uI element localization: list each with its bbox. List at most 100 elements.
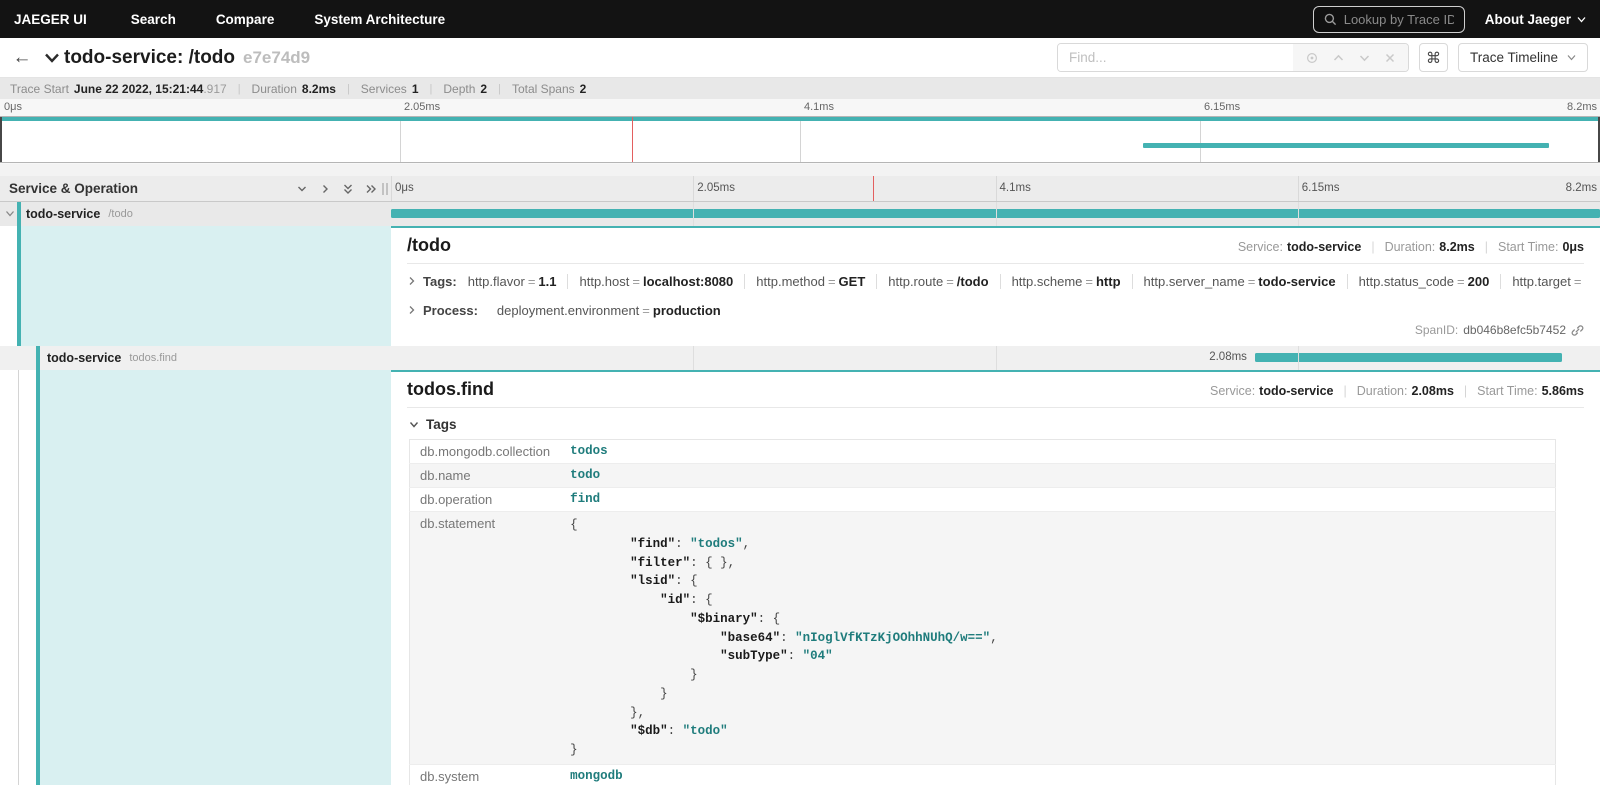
expand-all-icon[interactable]: [365, 183, 377, 195]
collapse-one-icon[interactable]: [296, 183, 308, 195]
tags-table: db.mongodb.collectiontodosdb.nametododb.…: [409, 439, 1556, 785]
nav-item-system-architecture[interactable]: System Architecture: [314, 12, 445, 27]
gridline: [996, 202, 997, 226]
process-toggle[interactable]: Process:: [423, 302, 478, 320]
equals-sign: =: [1082, 274, 1096, 289]
nav-item-search[interactable]: Search: [131, 12, 176, 27]
tag-table-key: db.statement: [410, 512, 561, 765]
about-jaeger-menu[interactable]: About Jaeger: [1485, 12, 1586, 27]
meta-value: 2.08ms: [1412, 384, 1454, 398]
minimap-spacer: [0, 164, 1600, 176]
tag-key: http.server_name: [1144, 274, 1245, 289]
span-meta: Service:todo-service|Duration:2.08ms|Sta…: [1210, 384, 1584, 398]
span-track-todos-find[interactable]: 2.08ms: [391, 346, 1600, 370]
summary-label: Trace Start: [10, 82, 69, 96]
span-track-todo[interactable]: [391, 202, 1600, 226]
trace-view-selector[interactable]: Trace Timeline: [1458, 43, 1588, 72]
meta-value: 8.2ms: [1439, 240, 1474, 254]
find-icon-group: [1293, 44, 1408, 71]
service-name: todo-service: [26, 207, 100, 221]
meta-value: 5.86ms: [1542, 384, 1584, 398]
summary-label: Total Spans: [512, 82, 575, 96]
minimap-canvas[interactable]: [0, 116, 1600, 163]
top-nav: JAEGER UI Search Compare System Architectu…: [0, 0, 1600, 38]
tag-pill: http.target=/todo: [1501, 274, 1584, 289]
tick-label: 4.1ms: [800, 101, 834, 113]
next-result-icon[interactable]: [1359, 54, 1370, 62]
tag-table-row: db.systemmongodb: [410, 764, 1556, 785]
span-detail-head: /todo Service:todo-service|Duration:8.2m…: [407, 235, 1584, 256]
summary-separator: |: [347, 83, 350, 95]
match-focus-icon[interactable]: [1306, 52, 1318, 64]
span-detail-panel: /todo Service:todo-service|Duration:8.2m…: [391, 226, 1600, 346]
tags-toggle[interactable]: Tags:: [423, 273, 457, 291]
chevron-down-icon[interactable]: [5, 209, 15, 218]
span-name-todo[interactable]: todo-service /todo: [0, 202, 391, 226]
tick-label: 6.15ms: [1298, 182, 1340, 194]
meta-label: Duration:: [1385, 240, 1436, 254]
process-value: production: [653, 303, 721, 318]
tag-table-value: { "find": "todos", "filter": { }, "lsid"…: [560, 512, 1555, 765]
summary-item: Trace StartJune 22 2022, 15:21:44.917: [10, 82, 227, 96]
find-input[interactable]: [1058, 44, 1293, 71]
minimap-left-drag-handle[interactable]: [0, 117, 2, 162]
timeline-ticks-track: 0μs2.05ms4.1ms6.15ms8.2ms: [391, 176, 1600, 201]
meta-separator: |: [1344, 384, 1347, 398]
chevron-right-icon[interactable]: [407, 276, 416, 286]
tag-pill: http.scheme=http: [1001, 274, 1133, 289]
jaeger-ui-logo[interactable]: JAEGER UI: [14, 12, 87, 27]
span-id-value: db046b8efc5b7452: [1463, 323, 1566, 337]
equals-sign: =: [525, 274, 539, 289]
tag-pill: http.host=localhost:8080: [568, 274, 745, 289]
summary-separator: |: [430, 83, 433, 95]
tick-label: 0μs: [0, 101, 22, 113]
chevron-down-icon: [1567, 54, 1576, 61]
back-button[interactable]: ←: [0, 47, 44, 69]
tag-table-key: db.system: [410, 764, 561, 785]
tag-value: 200: [1468, 274, 1490, 289]
timeline-left-header: Service & Operation: [0, 176, 391, 201]
span-detail-todos-find: todos.find Service:todo-service|Duration…: [0, 370, 1600, 785]
collapse-trace-chevron-icon[interactable]: [44, 52, 60, 64]
copy-link-icon[interactable]: [1571, 324, 1584, 337]
collapse-all-icon[interactable]: [342, 183, 354, 195]
span-tags-list: http.flavor=1.1http.host=localhost:8080h…: [465, 273, 1584, 291]
column-resizer-handle[interactable]: [382, 183, 388, 195]
span-bar-todos-find[interactable]: [1255, 353, 1562, 362]
timeline-cursor-line: [873, 176, 874, 201]
tags-accordion-toggle[interactable]: Tags: [409, 417, 1584, 432]
prev-result-icon[interactable]: [1333, 54, 1344, 62]
meta-label: Duration:: [1357, 384, 1408, 398]
meta-label: Start Time:: [1498, 240, 1558, 254]
span-title: /todo: [407, 235, 451, 256]
tags-table-body: db.mongodb.collectiontodosdb.nametododb.…: [410, 440, 1556, 785]
clear-find-icon[interactable]: [1385, 53, 1395, 63]
tree-guide-line: [18, 370, 19, 785]
span-name-todos-find[interactable]: todo-service todos.find: [0, 346, 391, 370]
trace-title: todo-service: /todoe7e74d9: [64, 47, 310, 69]
tag-key: http.status_code: [1359, 274, 1454, 289]
span-detail-head: todos.find Service:todo-service|Duration…: [407, 379, 1584, 400]
nav-menu: Search Compare System Architecture: [131, 12, 485, 27]
expand-one-icon[interactable]: [319, 183, 331, 195]
tag-table-value: todo: [560, 464, 1555, 488]
nav-right: Lookup by Trace ID... About Jaeger: [1313, 6, 1586, 33]
tag-table-row: db.mongodb.collectiontodos: [410, 440, 1556, 464]
summary-label: Services: [361, 82, 407, 96]
nav-item-compare[interactable]: Compare: [216, 12, 275, 27]
meta-label: Service:: [1210, 384, 1255, 398]
gridline: [800, 117, 801, 162]
keyboard-shortcuts-button[interactable]: ⌘: [1419, 43, 1448, 72]
find-box: [1057, 43, 1409, 72]
tick-label: 0μs: [391, 182, 414, 194]
summary-value: 1: [412, 82, 419, 96]
finder-controls: ⌘ Trace Timeline: [1057, 43, 1588, 72]
tag-json-value: { "find": "todos", "filter": { }, "lsid"…: [570, 516, 1545, 760]
trace-id-lookup-input[interactable]: Lookup by Trace ID...: [1313, 6, 1465, 33]
gridline: [1200, 117, 1201, 162]
search-icon: [1324, 13, 1337, 26]
meta-label: Service:: [1238, 240, 1283, 254]
span-detail-todo: /todo Service:todo-service|Duration:8.2m…: [0, 226, 1600, 346]
chevron-right-icon[interactable]: [407, 305, 416, 315]
meta-label: Start Time:: [1477, 384, 1537, 398]
